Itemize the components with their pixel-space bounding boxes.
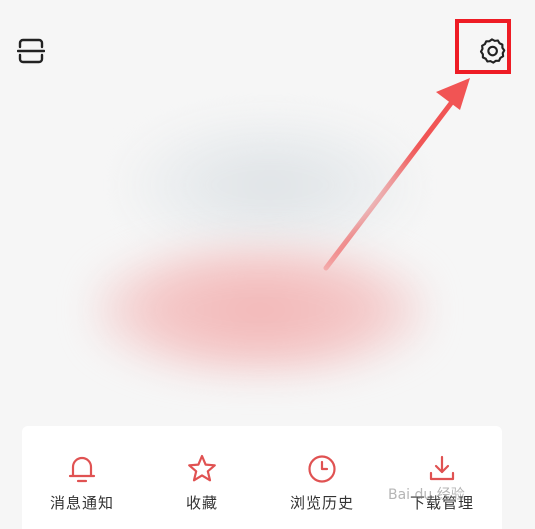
profile-area-blurred	[50, 80, 450, 400]
blurred-info-region	[90, 240, 430, 380]
bell-icon	[65, 452, 99, 486]
menu-item-favorites[interactable]: 收藏	[142, 426, 262, 529]
clock-icon	[305, 452, 339, 486]
menu-item-label: 消息通知	[49, 494, 114, 512]
menu-item-notifications[interactable]: 消息通知	[22, 426, 142, 529]
gear-icon	[479, 38, 506, 64]
menu-item-label: 浏览历史	[289, 494, 354, 512]
menu-item-label: 下载管理	[409, 494, 474, 512]
blurred-avatar-region	[120, 110, 420, 260]
star-icon	[185, 452, 219, 486]
scan-icon	[17, 38, 45, 64]
menu-item-label: 收藏	[185, 494, 218, 512]
download-icon	[425, 452, 459, 486]
settings-button[interactable]	[474, 33, 510, 69]
menu-item-history[interactable]: 浏览历史	[262, 426, 382, 529]
scan-button[interactable]	[16, 36, 46, 66]
quick-menu: 消息通知 收藏 浏览历史 下载管理	[22, 426, 502, 529]
menu-item-downloads[interactable]: 下载管理	[382, 426, 502, 529]
